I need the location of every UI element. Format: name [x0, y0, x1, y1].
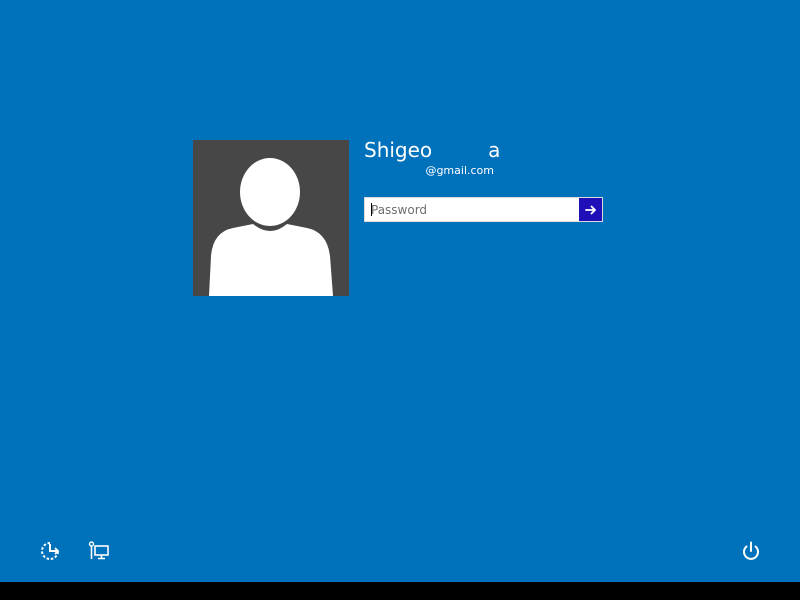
submit-password-button[interactable]: [579, 198, 602, 221]
network-button[interactable]: [88, 540, 110, 562]
network-icon: [88, 541, 109, 560]
user-avatar: [193, 140, 349, 296]
password-field[interactable]: [364, 197, 603, 222]
bottom-black-strip: [0, 582, 800, 600]
power-icon: [743, 541, 759, 560]
user-name: Shigeo a: [364, 137, 500, 163]
power-button[interactable]: [740, 540, 762, 562]
ease-of-access-button[interactable]: [39, 540, 61, 562]
lock-screen: Shigeo a @gmail.com: [0, 0, 800, 582]
user-first-name: Shigeo: [364, 138, 433, 162]
user-last-name-fragment: a: [488, 138, 501, 162]
ease-of-access-icon: [41, 542, 60, 560]
password-input[interactable]: [365, 198, 579, 221]
user-silhouette-icon: [209, 158, 333, 296]
user-email: @gmail.com: [425, 164, 494, 177]
text-caret: [371, 203, 372, 216]
arrow-right-icon: [584, 205, 596, 214]
